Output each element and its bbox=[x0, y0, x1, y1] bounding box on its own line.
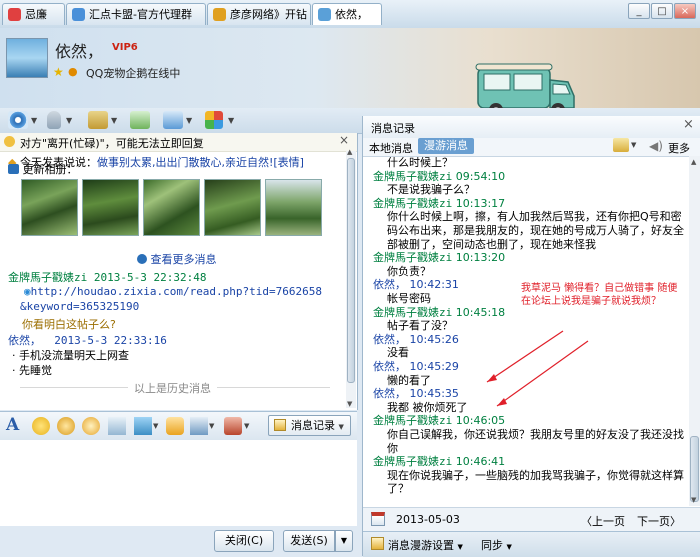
contact-status: QQ宠物企鹅在线中 bbox=[86, 67, 181, 80]
history-icon bbox=[274, 419, 286, 431]
roaming-settings-icon bbox=[371, 537, 384, 550]
group-icon bbox=[213, 8, 226, 21]
apps-icon[interactable] bbox=[205, 111, 223, 129]
maximize-button[interactable]: □ bbox=[651, 3, 673, 19]
link-icon: ◉ bbox=[24, 285, 31, 298]
message-link: ◉http://houdao.zixia.com/read.php?tid=76… bbox=[24, 285, 322, 298]
scroll-down-icon[interactable]: ▼ bbox=[347, 400, 352, 408]
input-toolbar: A ▼ ▼ ▼ 消息记录 ▼ bbox=[0, 411, 357, 441]
screen-share-icon[interactable] bbox=[163, 111, 183, 129]
view-more-link[interactable]: 查看更多消息 bbox=[137, 251, 217, 267]
tab-bar: 忌廉 汇点卡盟-官方代理群 彦彦网络》开钻 依然， _ □ × bbox=[0, 0, 700, 29]
emoji-icon[interactable] bbox=[32, 417, 50, 435]
tab-yiran[interactable]: 依然， bbox=[312, 3, 382, 25]
star-icon[interactable]: ★ bbox=[53, 65, 65, 79]
microphone-icon[interactable] bbox=[47, 111, 61, 129]
message-input[interactable] bbox=[0, 440, 357, 526]
image-icon[interactable] bbox=[134, 417, 152, 435]
history-date[interactable]: 2013-05-03 bbox=[396, 513, 460, 526]
message-header: 金牌馬子戳婊zi 2013-5-3 22:32:48 bbox=[8, 271, 207, 284]
message-text: · 手机没流量明天上网查 bbox=[12, 349, 129, 362]
calendar-icon[interactable] bbox=[371, 512, 385, 526]
folder-icon[interactable] bbox=[88, 111, 108, 129]
font-icon[interactable]: A bbox=[6, 415, 24, 435]
album-photo[interactable] bbox=[82, 179, 139, 236]
album-photo[interactable] bbox=[143, 179, 200, 236]
sync-button[interactable]: 同步 ▼ bbox=[481, 537, 512, 553]
chat-scrollbar-thumb[interactable] bbox=[347, 158, 355, 383]
next-page-button[interactable]: 下一页〉 bbox=[637, 513, 681, 529]
contact-nickname: 依然， bbox=[55, 42, 104, 61]
annotation-arrows bbox=[486, 330, 589, 407]
chevron-down-icon[interactable]: ▼ bbox=[66, 116, 72, 125]
album-photo[interactable] bbox=[204, 179, 261, 236]
chevron-down-icon[interactable]: ▼ bbox=[244, 422, 249, 430]
group-icon bbox=[72, 8, 85, 21]
message-history-button[interactable]: 消息记录 ▼ bbox=[268, 415, 351, 436]
add-contact-icon[interactable] bbox=[130, 111, 150, 129]
chevron-down-icon[interactable]: ▼ bbox=[186, 116, 192, 125]
chevron-down-icon: ▼ bbox=[338, 423, 344, 431]
gift-icon[interactable] bbox=[224, 417, 242, 435]
penguin-icon: ● bbox=[68, 65, 78, 78]
roaming-settings-button[interactable]: 消息漫游设置 ▼ bbox=[388, 537, 463, 553]
send-options-button[interactable]: ▼ bbox=[335, 530, 353, 552]
send-button[interactable]: 发送(S) bbox=[283, 530, 335, 552]
chevron-down-icon[interactable]: ▼ bbox=[209, 422, 214, 430]
video-call-icon[interactable] bbox=[8, 111, 28, 129]
message-url-link-cont[interactable]: &keyword=365325190 bbox=[20, 300, 139, 313]
prev-page-button[interactable]: 〈上一页 bbox=[581, 513, 625, 529]
contact-avatar-icon bbox=[8, 8, 21, 21]
message-url-link[interactable]: http://houdao.zixia.com/read.php?tid=766… bbox=[31, 285, 322, 298]
chevron-down-icon[interactable]: ▼ bbox=[31, 116, 37, 125]
camera-icon bbox=[8, 164, 19, 174]
view-more-icon bbox=[137, 254, 147, 264]
minimize-button[interactable]: _ bbox=[628, 3, 650, 19]
tab-yanyan[interactable]: 彦彦网络》开钻 bbox=[207, 3, 311, 25]
chevron-down-icon[interactable]: ▼ bbox=[228, 116, 234, 125]
contact-avatar-icon bbox=[318, 8, 331, 21]
album-photo[interactable] bbox=[265, 179, 322, 236]
contact-header: 依然， VIP6 ★ ● QQ宠物企鹅在线中 bbox=[0, 28, 700, 123]
scribble-icon[interactable] bbox=[108, 417, 126, 435]
music-icon[interactable] bbox=[166, 417, 184, 435]
vip-badge[interactable]: VIP6 bbox=[112, 42, 138, 53]
close-window-button[interactable]: × bbox=[674, 3, 696, 19]
close-button[interactable]: 关闭(C) bbox=[214, 530, 274, 552]
screenshot-icon[interactable] bbox=[190, 417, 208, 435]
chevron-down-icon[interactable]: ▼ bbox=[153, 422, 158, 430]
message-header: 依然， 2013-5-3 22:33:16 bbox=[8, 334, 167, 347]
message-text: 你看明白这帖子么? bbox=[22, 318, 116, 331]
tab-jilian[interactable]: 忌廉 bbox=[2, 3, 65, 25]
history-date-bar: 2013-05-03 〈上一页 下一页〉 bbox=[363, 507, 700, 532]
history-marker: 以上是历史消息 bbox=[128, 380, 217, 396]
history-footer: 消息漫游设置 ▼ 同步 ▼ bbox=[363, 531, 700, 557]
message-link-cont: &keyword=365325190 bbox=[20, 300, 139, 313]
album-photo[interactable] bbox=[21, 179, 78, 236]
message-history-panel: 消息记录 × 本地消息 漫游消息 ▼ ◀) 更多 什么时候上？ 金牌馬子戳婊zi … bbox=[362, 116, 700, 557]
album-title: 更新相册： bbox=[8, 161, 78, 177]
message-text: · 先睡觉 bbox=[12, 364, 52, 377]
tab-huidian-group[interactable]: 汇点卡盟-官方代理群 bbox=[66, 3, 206, 25]
send-bar: 关闭(C) 发送(S) ▼ bbox=[0, 526, 357, 556]
magic-emoji-icon[interactable] bbox=[57, 417, 75, 435]
shake-icon[interactable] bbox=[82, 417, 100, 435]
chevron-down-icon[interactable]: ▼ bbox=[111, 116, 117, 125]
avatar[interactable] bbox=[6, 38, 48, 78]
chat-history-content: 更新相册： 查看更多消息 金牌馬子戳婊zi 2013-5-3 22:32:48 … bbox=[0, 133, 345, 410]
scroll-up-icon[interactable]: ▲ bbox=[347, 148, 352, 156]
